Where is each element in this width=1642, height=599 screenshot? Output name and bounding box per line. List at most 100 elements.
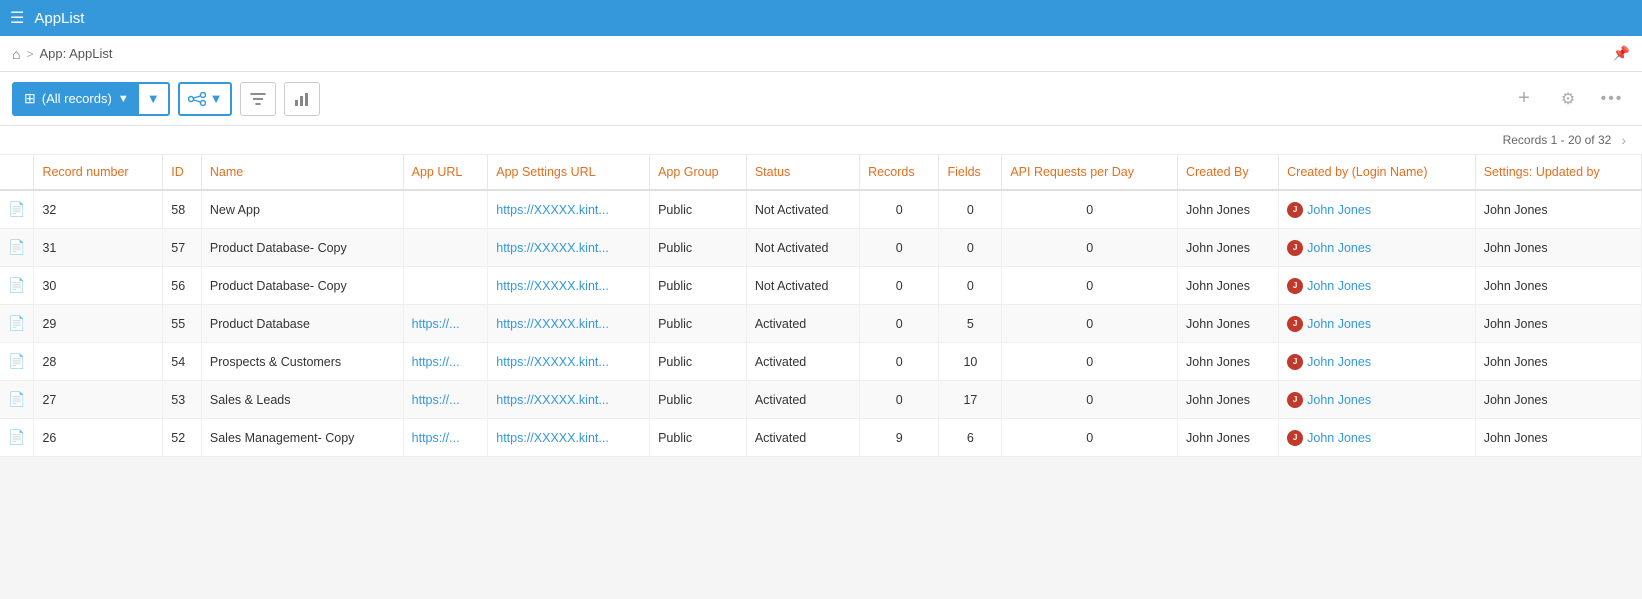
add-button[interactable]: + xyxy=(1506,82,1542,116)
filter-icon xyxy=(250,91,266,107)
login-name-link[interactable]: John Jones xyxy=(1307,355,1371,369)
record-name: Sales & Leads xyxy=(201,381,403,419)
avatar: J xyxy=(1287,202,1303,218)
settings-button[interactable]: ⚙ xyxy=(1550,82,1586,116)
col-fields[interactable]: Fields xyxy=(939,155,1002,190)
filter-button[interactable] xyxy=(240,82,276,116)
record-number: 31 xyxy=(34,229,163,267)
document-icon: 📄 xyxy=(8,353,25,369)
view-selector[interactable]: ⊞ (All records) ▼ ▼ xyxy=(12,82,170,116)
col-status[interactable]: Status xyxy=(746,155,859,190)
col-login-name[interactable]: Created by (Login Name) xyxy=(1279,155,1476,190)
app-url-cell xyxy=(403,229,488,267)
app-settings-url-cell: https://XXXXX.kint... xyxy=(488,190,650,229)
app-settings-url-cell: https://XXXXX.kint... xyxy=(488,229,650,267)
toolbar: ⊞ (All records) ▼ ▼ ▼ + ⚙ xyxy=(0,72,1642,126)
status: Activated xyxy=(746,343,859,381)
record-name: Sales Management- Copy xyxy=(201,419,403,457)
pin-icon[interactable]: 📌 xyxy=(1613,45,1630,62)
created-by: John Jones xyxy=(1178,419,1279,457)
app-url-cell: https://... xyxy=(403,343,488,381)
records-count: 9 xyxy=(860,419,939,457)
avatar: J xyxy=(1287,392,1303,408)
app-group: Public xyxy=(650,305,747,343)
app-url-link[interactable]: https://... xyxy=(412,431,460,445)
app-url-link[interactable]: https://... xyxy=(412,317,460,331)
col-app-group[interactable]: App Group xyxy=(650,155,747,190)
created-by: John Jones xyxy=(1178,229,1279,267)
login-name-cell: J John Jones xyxy=(1279,267,1476,305)
login-name-cell: J John Jones xyxy=(1279,190,1476,229)
avatar: J xyxy=(1287,316,1303,332)
records-count: 0 xyxy=(860,343,939,381)
record-id: 57 xyxy=(163,229,202,267)
table-wrap: Record number ID Name App URL App Settin… xyxy=(0,155,1642,457)
api-requests: 0 xyxy=(1002,305,1178,343)
col-id[interactable]: ID xyxy=(163,155,202,190)
created-by: John Jones xyxy=(1178,343,1279,381)
login-name-cell: J John Jones xyxy=(1279,343,1476,381)
app-settings-url-link[interactable]: https://XXXXX.kint... xyxy=(496,355,609,369)
menu-icon[interactable]: ☰ xyxy=(10,8,24,28)
share-button[interactable]: ▼ xyxy=(178,82,233,116)
col-updated-by[interactable]: Settings: Updated by xyxy=(1475,155,1641,190)
login-name-link[interactable]: John Jones xyxy=(1307,393,1371,407)
app-list-table: Record number ID Name App URL App Settin… xyxy=(0,155,1642,457)
home-icon[interactable]: ⌂ xyxy=(12,46,20,62)
records-count-text: Records 1 - 20 of 32 xyxy=(1503,133,1612,147)
records-count: 0 xyxy=(860,190,939,229)
app-settings-url-link[interactable]: https://XXXXX.kint... xyxy=(496,393,609,407)
document-icon: 📄 xyxy=(8,315,25,331)
login-name-with-avatar: J John Jones xyxy=(1287,240,1371,256)
login-name-with-avatar: J John Jones xyxy=(1287,430,1371,446)
col-app-url[interactable]: App URL xyxy=(403,155,488,190)
record-number: 27 xyxy=(34,381,163,419)
col-records[interactable]: Records xyxy=(860,155,939,190)
col-api-requests[interactable]: API Requests per Day xyxy=(1002,155,1178,190)
status: Activated xyxy=(746,381,859,419)
more-button[interactable]: ••• xyxy=(1594,82,1630,116)
status: Activated xyxy=(746,305,859,343)
col-record-number[interactable]: Record number xyxy=(34,155,163,190)
status: Activated xyxy=(746,419,859,457)
record-id: 52 xyxy=(163,419,202,457)
login-name-link[interactable]: John Jones xyxy=(1307,241,1371,255)
app-group: Public xyxy=(650,419,747,457)
col-app-settings-url[interactable]: App Settings URL xyxy=(488,155,650,190)
chart-button[interactable] xyxy=(284,82,320,116)
col-icon xyxy=(0,155,34,190)
login-name-link[interactable]: John Jones xyxy=(1307,431,1371,445)
app-settings-url-link[interactable]: https://XXXXX.kint... xyxy=(496,431,609,445)
updated-by: John Jones xyxy=(1475,229,1641,267)
login-name-link[interactable]: John Jones xyxy=(1307,317,1371,331)
table-row: 📄 30 56 Product Database- Copy https://X… xyxy=(0,267,1642,305)
col-name[interactable]: Name xyxy=(201,155,403,190)
col-created-by[interactable]: Created By xyxy=(1178,155,1279,190)
document-icon: 📄 xyxy=(8,391,25,407)
app-url-link[interactable]: https://... xyxy=(412,393,460,407)
app-settings-url-cell: https://XXXXX.kint... xyxy=(488,343,650,381)
app-url-link[interactable]: https://... xyxy=(412,355,460,369)
login-name-cell: J John Jones xyxy=(1279,419,1476,457)
table-row: 📄 28 54 Prospects & Customers https://..… xyxy=(0,343,1642,381)
options-arrow-icon: ▼ xyxy=(147,91,160,106)
app-settings-url-link[interactable]: https://XXXXX.kint... xyxy=(496,317,609,331)
record-id: 54 xyxy=(163,343,202,381)
app-settings-url-link[interactable]: https://XXXXX.kint... xyxy=(496,279,609,293)
view-selector-main[interactable]: ⊞ (All records) ▼ xyxy=(14,84,139,114)
login-name-cell: J John Jones xyxy=(1279,305,1476,343)
login-name-with-avatar: J John Jones xyxy=(1287,392,1371,408)
next-page-button[interactable]: › xyxy=(1621,132,1626,148)
fields-count: 10 xyxy=(939,343,1002,381)
login-name-link[interactable]: John Jones xyxy=(1307,279,1371,293)
updated-by: John Jones xyxy=(1475,343,1641,381)
app-url-cell xyxy=(403,267,488,305)
view-options-dropdown[interactable]: ▼ xyxy=(139,84,168,114)
app-settings-url-cell: https://XXXXX.kint... xyxy=(488,419,650,457)
app-url-cell: https://... xyxy=(403,381,488,419)
record-name: New App xyxy=(201,190,403,229)
login-name-link[interactable]: John Jones xyxy=(1307,203,1371,217)
app-settings-url-link[interactable]: https://XXXXX.kint... xyxy=(496,203,609,217)
app-settings-url-link[interactable]: https://XXXXX.kint... xyxy=(496,241,609,255)
api-requests: 0 xyxy=(1002,190,1178,229)
